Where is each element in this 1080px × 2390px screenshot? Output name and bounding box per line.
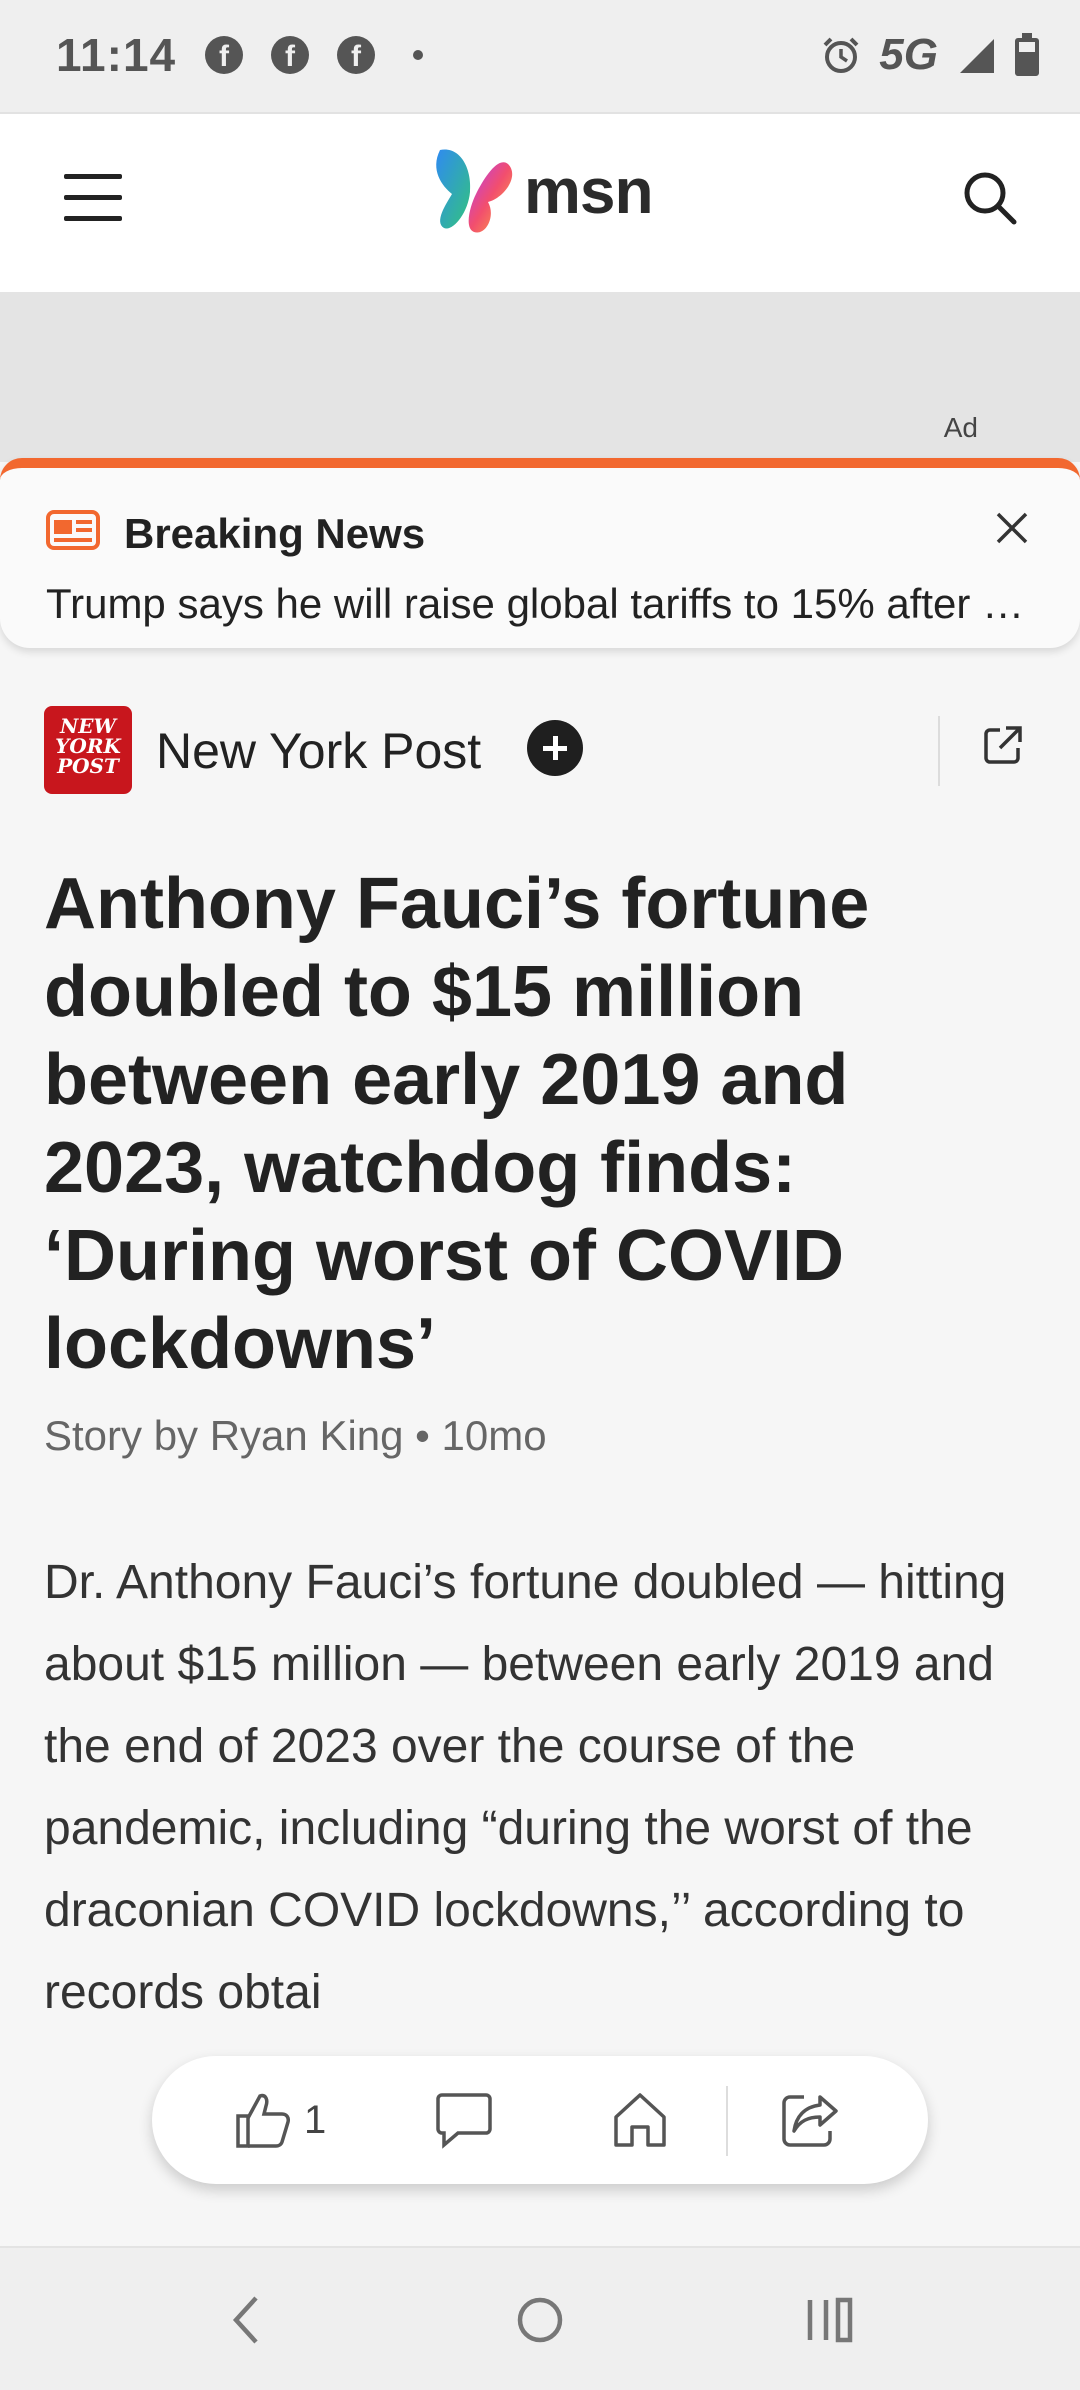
publisher-logo-line: NEW bbox=[60, 714, 116, 738]
alarm-icon bbox=[823, 37, 859, 73]
search-icon[interactable] bbox=[962, 170, 1018, 231]
share-icon bbox=[782, 2095, 838, 2147]
home-button[interactable] bbox=[610, 2088, 670, 2152]
battery-icon bbox=[1015, 33, 1039, 76]
publisher-logo-line: POST bbox=[57, 754, 119, 778]
like-icon bbox=[236, 2093, 290, 2148]
article-headline: Anthony Fauci’s fortune doubled to $15 m… bbox=[44, 864, 870, 1384]
breaking-news-text[interactable]: Trump says he will raise global tariffs … bbox=[46, 580, 1036, 628]
status-right: 5G bbox=[821, 30, 1040, 80]
facebook-icon: f bbox=[205, 36, 243, 74]
recents-icon[interactable] bbox=[804, 2292, 856, 2348]
comment-icon bbox=[436, 2093, 492, 2149]
publisher-logo-line: YORK bbox=[55, 734, 121, 758]
back-icon[interactable] bbox=[228, 2292, 264, 2348]
ad-label: Ad bbox=[943, 412, 978, 443]
status-time: 11:14 bbox=[56, 29, 177, 81]
follow-plus-icon[interactable] bbox=[527, 720, 583, 776]
signal-icon bbox=[960, 39, 994, 73]
msn-logo[interactable]: msn bbox=[430, 136, 654, 246]
msn-butterfly-icon bbox=[436, 149, 513, 233]
facebook-icon: f bbox=[271, 36, 309, 74]
status-bar: 11:14 f f f 5G bbox=[0, 0, 1080, 114]
facebook-icon: f bbox=[337, 36, 375, 74]
like-count: 1 bbox=[304, 2097, 327, 2142]
brand-name: msn bbox=[524, 155, 654, 227]
close-icon[interactable] bbox=[994, 510, 1030, 546]
article-actions-bar: 1 bbox=[152, 2056, 928, 2184]
network-type: 5G bbox=[879, 30, 938, 79]
newspaper-icon bbox=[46, 510, 100, 550]
like-button[interactable]: 1 bbox=[234, 2088, 326, 2152]
app-header: msn bbox=[0, 114, 1080, 292]
notification-icons: f f f bbox=[205, 36, 423, 74]
article-body: Dr. Anthony Fauci’s fortune doubled — hi… bbox=[44, 1556, 1007, 2019]
divider bbox=[938, 716, 940, 786]
article-byline: Story by Ryan King • 10mo bbox=[44, 1412, 547, 1459]
home-icon bbox=[614, 2093, 666, 2147]
publisher-row: NEW YORK POST New York Post bbox=[0, 680, 1080, 820]
system-nav-bar bbox=[0, 2246, 1080, 2390]
open-external-icon[interactable] bbox=[982, 724, 1024, 766]
breaking-news-title: Breaking News bbox=[124, 510, 426, 557]
breaking-news-card[interactable]: Breaking News Trump says he will raise g… bbox=[0, 458, 1080, 648]
hamburger-menu-icon[interactable] bbox=[64, 174, 122, 222]
more-notifications-dot-icon bbox=[413, 50, 423, 60]
divider bbox=[726, 2086, 728, 2156]
publisher-name[interactable]: New York Post bbox=[156, 722, 481, 780]
publisher-logo[interactable]: NEW YORK POST bbox=[44, 706, 132, 794]
comment-button[interactable] bbox=[434, 2088, 494, 2152]
home-circle-icon[interactable] bbox=[514, 2292, 566, 2348]
share-button[interactable] bbox=[780, 2088, 840, 2152]
ad-banner[interactable]: Ad bbox=[0, 292, 1080, 462]
